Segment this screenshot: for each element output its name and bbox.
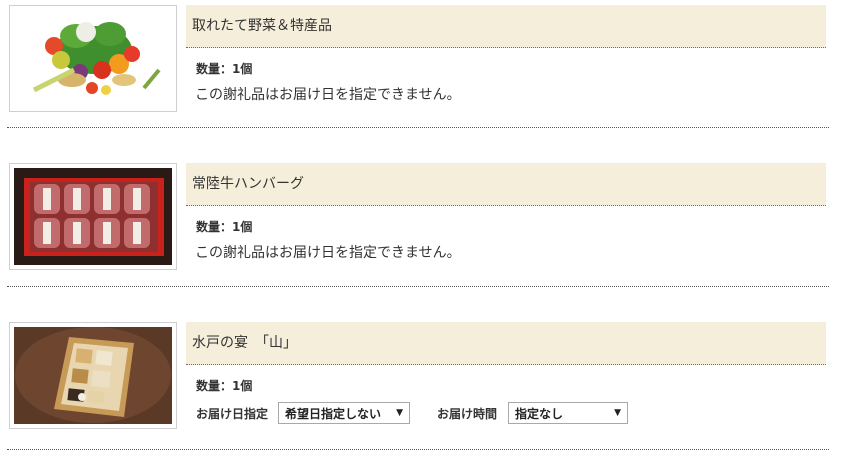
- item-quantity: 数量：1個: [196, 220, 253, 234]
- dropdown-arrow-icon: ▼: [396, 408, 404, 418]
- item-thumbnail: [9, 163, 177, 270]
- delivery-date-select[interactable]: 希望日指定しない ▼: [278, 402, 411, 424]
- vegetables-icon: [14, 10, 172, 107]
- item-quantity: 数量：1個: [196, 379, 253, 393]
- item-separator: [7, 127, 829, 128]
- gift-box-icon: [14, 327, 172, 424]
- delivery-date-value: 希望日指定しない: [285, 406, 382, 421]
- item-thumbnail: [9, 5, 177, 112]
- item-separator: [7, 286, 829, 287]
- item-quantity: 数量：1個: [196, 62, 253, 76]
- delivery-date-label: お届け日指定: [196, 406, 269, 421]
- item-info: 水戸の宴 「山」 数量：1個 お届け日指定 希望日指定しない ▼ お届け時間 指…: [186, 322, 826, 424]
- delivery-time-label: お届け時間: [437, 406, 498, 421]
- delivery-note: この謝礼品はお届け日を指定できません。: [195, 245, 461, 261]
- delivery-time-select[interactable]: 指定なし ▼: [508, 402, 629, 424]
- delivery-options: お届け日指定 希望日指定しない ▼ お届け時間 指定なし ▼: [196, 402, 826, 424]
- item-info: 取れたて野菜＆特産品 数量：1個 この謝礼品はお届け日を指定できません。: [186, 5, 826, 104]
- item-separator: [7, 449, 829, 450]
- item-name: 取れたて野菜＆特産品: [186, 5, 826, 48]
- item-thumbnail: [9, 322, 177, 429]
- delivery-note: この謝礼品はお届け日を指定できません。: [195, 87, 461, 103]
- item-name: 常陸牛ハンバーグ: [186, 163, 826, 206]
- item-name: 水戸の宴 「山」: [186, 322, 826, 365]
- delivery-time-value: 指定なし: [515, 406, 564, 421]
- hamburg-steak-icon: [14, 168, 172, 265]
- dropdown-arrow-icon: ▼: [614, 408, 622, 418]
- item-info: 常陸牛ハンバーグ 数量：1個 この謝礼品はお届け日を指定できません。: [186, 163, 826, 262]
